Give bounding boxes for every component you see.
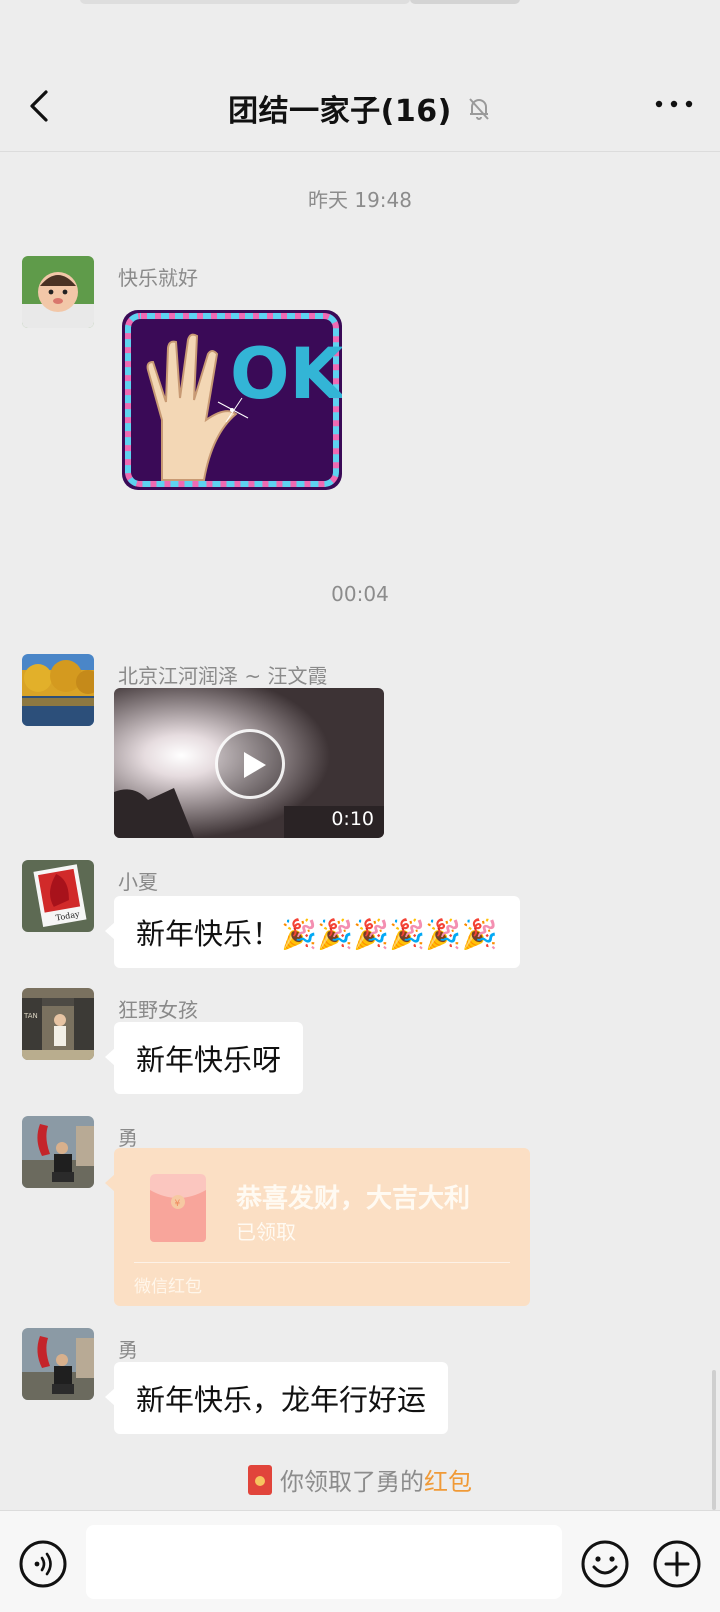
sender-name: 北京江河润泽 ~ 汪文霞: [118, 664, 328, 688]
plus-icon[interactable]: [652, 1539, 702, 1589]
red-packet-icon: ¥: [150, 1174, 206, 1242]
chat-header: 团结一家子(16): [0, 60, 720, 152]
message-input[interactable]: [86, 1525, 562, 1599]
autumn-trees-avatar-image: [22, 654, 94, 726]
ok-hand-sticker-image: OK: [122, 310, 342, 490]
message-text: 新年快乐！🎉🎉🎉🎉🎉🎉: [136, 917, 498, 951]
sender-name: 勇: [118, 1126, 138, 1150]
message-bubble[interactable]: 新年快乐！🎉🎉🎉🎉🎉🎉: [105, 896, 520, 968]
avatar[interactable]: Today: [22, 860, 94, 932]
voice-icon[interactable]: [18, 1539, 68, 1589]
message-bubble[interactable]: 新年快乐呀: [104, 1022, 304, 1094]
message-text: 新年快乐，龙年行好运: [136, 1383, 427, 1417]
man-with-flag-avatar-image: [22, 1328, 94, 1400]
girl-at-gate-avatar-image: TAN: [22, 988, 94, 1060]
message-bubble[interactable]: 新年快乐，龙年行好运: [104, 1362, 449, 1434]
play-icon[interactable]: [215, 729, 285, 799]
chat-title-text: 团结一家子(16): [228, 94, 452, 129]
avatar[interactable]: [22, 256, 94, 328]
svg-text:¥: ¥: [175, 1199, 181, 1209]
bell-slash-icon: [469, 98, 489, 120]
status-bar-pill: [410, 0, 520, 4]
red-packet-message[interactable]: ¥ 恭喜发财，大吉大利 已领取 微信红包: [105, 1148, 530, 1306]
strawberry-avatar-image: Today: [22, 860, 94, 932]
chat-title: 团结一家子(16): [0, 86, 720, 130]
timestamp: 00:04: [331, 582, 389, 606]
baby-avatar-image: [22, 256, 94, 328]
scrollbar[interactable]: [712, 1370, 716, 1510]
red-packet-title: 恭喜发财，大吉大利: [236, 1184, 471, 1214]
red-packet-divider: [134, 1262, 510, 1263]
input-bar: [0, 1510, 720, 1612]
avatar[interactable]: [22, 1116, 94, 1188]
man-with-flag-avatar-image: [22, 1116, 94, 1188]
status-bar-pill: [80, 0, 410, 4]
status-bar-area: [0, 0, 720, 60]
red-packet-link[interactable]: 红包: [424, 1462, 472, 1497]
sticker-ok-text: OK: [230, 333, 342, 415]
video-duration: 0:10: [331, 808, 374, 830]
avatar[interactable]: [22, 654, 94, 726]
red-packet-status: 已领取: [236, 1220, 296, 1244]
message-text: 新年快乐呀: [136, 1043, 282, 1077]
svg-text:TAN: TAN: [23, 1012, 38, 1020]
emoji-icon[interactable]: [580, 1539, 630, 1589]
sender-name: 快乐就好: [118, 266, 198, 290]
ok-sticker[interactable]: OK: [122, 310, 342, 490]
avatar[interactable]: TAN: [22, 988, 94, 1060]
red-packet-footer: 微信红包: [134, 1277, 202, 1297]
system-message: 你领取了勇的 红包: [0, 1462, 720, 1497]
sender-name: 勇: [118, 1338, 138, 1362]
red-packet-mini-icon: [248, 1464, 272, 1495]
sender-name: 小夏: [118, 870, 158, 894]
avatar[interactable]: [22, 1328, 94, 1400]
timestamp: 昨天 19:48: [308, 188, 412, 212]
video-message[interactable]: 0:10: [114, 688, 384, 838]
system-message-text: 你领取了勇的: [280, 1468, 424, 1496]
more-horizontal-icon[interactable]: [654, 94, 694, 114]
sender-name: 狂野女孩: [118, 998, 198, 1022]
